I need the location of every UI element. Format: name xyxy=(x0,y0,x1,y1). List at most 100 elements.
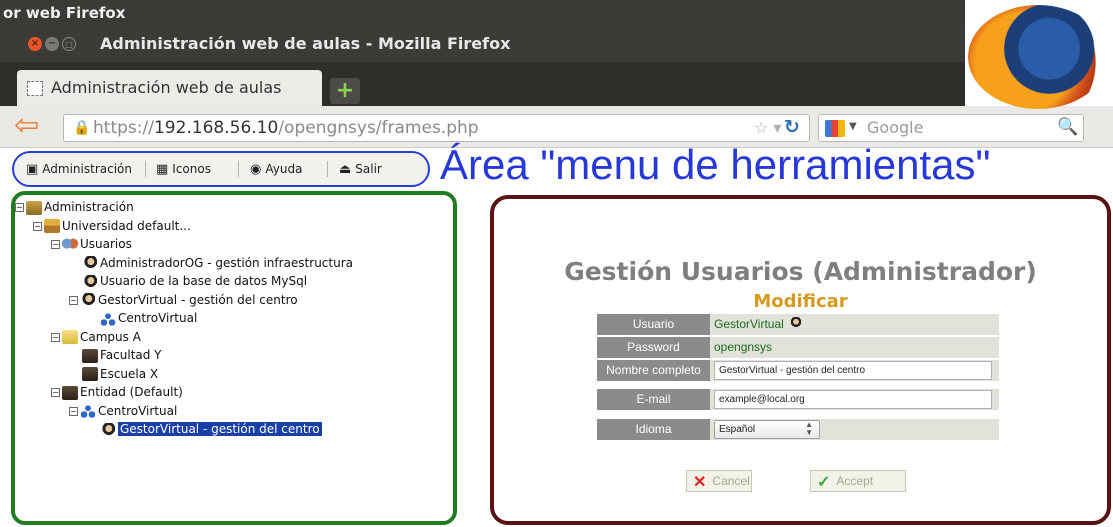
tree-expander-icon[interactable]: − xyxy=(51,388,60,397)
bookmark-star-icon[interactable]: ☆ ▾ xyxy=(754,118,781,137)
content-frame: Gestión Usuarios (Administrador) Modific… xyxy=(490,195,1111,525)
back-button[interactable]: ⇦ xyxy=(14,111,48,142)
tree-node-label: Escuela X xyxy=(100,366,159,381)
tree-node[interactable]: − Entidad (Default) xyxy=(15,383,353,402)
menu-item-iconos[interactable]: ▦ Iconos xyxy=(156,153,211,185)
tree-node-label: CentroVirtual xyxy=(98,403,178,418)
building-icon xyxy=(82,367,98,381)
full-name-input[interactable]: GestorVirtual - gestión del centro xyxy=(714,361,992,380)
tree-node-label: Usuario de la base de datos MySql xyxy=(100,274,308,288)
email-input[interactable]: example@local.org xyxy=(714,390,992,409)
field-label: Usuario xyxy=(597,314,710,335)
icons-grid-icon: ▦ xyxy=(156,162,169,177)
window-title: Administración web de aulas - Mozilla Fi… xyxy=(100,34,511,53)
help-icon: ◉ xyxy=(250,162,262,177)
accept-button[interactable]: ✓ Accept xyxy=(810,470,906,492)
menu-item-salir[interactable]: ⏏ Salir xyxy=(339,153,382,185)
tree-node[interactable]: Usuario de la base de datos MySql xyxy=(15,272,353,291)
tab-administracion[interactable]: Administración web de aulas xyxy=(17,70,322,106)
usuario-value: GestorVirtual xyxy=(710,314,999,335)
form-row-password: Password opengnsys xyxy=(597,337,999,358)
network-icon xyxy=(100,311,116,326)
back-arrow-icon: ⇦ xyxy=(14,108,40,143)
tree-expander-icon[interactable]: − xyxy=(51,240,60,249)
form-row-idioma: Idioma Español ▲ ▼ xyxy=(597,419,999,440)
select-arrows-icon: ▲ ▼ xyxy=(805,420,813,437)
house-icon xyxy=(44,219,60,233)
google-engine-icon[interactable] xyxy=(825,120,845,137)
tab-bar: Administración web de aulas + xyxy=(0,62,965,106)
tree-node[interactable]: − CentroVirtual xyxy=(15,402,353,421)
field-label: Nombre completo xyxy=(597,360,710,381)
maximize-icon: □ xyxy=(65,40,73,49)
folder-icon xyxy=(62,330,78,344)
tree-node[interactable]: GestorVirtual - gestión del centro xyxy=(15,420,353,439)
field-label: Idioma xyxy=(597,419,710,440)
accept-label: Accept xyxy=(836,474,874,488)
minimize-window-button[interactable]: − xyxy=(45,37,59,51)
tree-node[interactable]: Facultad Y xyxy=(15,346,353,365)
maximize-window-button[interactable]: □ xyxy=(62,37,76,51)
menu-item-label: Salir xyxy=(355,162,382,176)
menu-item-administracion[interactable]: ▣ Administración xyxy=(26,153,132,185)
tree-node-label: AdministradorOG - gestión infraestructur… xyxy=(100,255,353,270)
outer-window-title: or web Firefox xyxy=(0,0,965,26)
menu-toolbar: ▣ Administración ▦ Iconos ◉ Ayuda ⏏ Salir xyxy=(12,151,430,187)
new-tab-button[interactable]: + xyxy=(330,78,360,104)
outer-window-title-text: or web Firefox xyxy=(3,4,126,22)
tree-node-label: Entidad (Default) xyxy=(80,385,183,399)
screenshot: or web Firefox × − □ Administración web … xyxy=(0,0,1113,527)
tree-node[interactable]: − Usuarios xyxy=(15,235,353,254)
tree-node-label: Usuarios xyxy=(80,237,132,251)
field-label: Password xyxy=(597,337,710,358)
engine-dropdown-icon[interactable]: ▼ xyxy=(849,121,857,132)
search-magnifier-icon[interactable]: 🔍 xyxy=(1057,117,1078,137)
url-bar[interactable]: 🔒 https://192.168.56.10/opengnsys/frames… xyxy=(63,114,810,142)
user-icon xyxy=(100,422,116,437)
cancel-x-icon: ✕ xyxy=(693,474,707,491)
exit-icon: ⏏ xyxy=(339,162,352,177)
user-icon xyxy=(80,293,96,307)
password-value: opengnsys xyxy=(710,337,999,358)
tree-expander-icon[interactable]: − xyxy=(69,295,78,305)
tree-node[interactable]: − Administración xyxy=(15,198,353,217)
close-window-button[interactable]: × xyxy=(28,37,42,51)
tree-node[interactable]: AdministradorOG - gestión infraestructur… xyxy=(15,254,353,273)
tree-expander-icon[interactable]: − xyxy=(33,221,42,231)
menu-item-label: Ayuda xyxy=(265,162,303,176)
form-row-email: E-mail example@local.org xyxy=(597,389,999,410)
menu-separator xyxy=(145,161,146,177)
cancel-label: Cancel xyxy=(712,474,750,488)
url-host: 192.168.56.10 xyxy=(153,118,279,138)
cancel-button[interactable]: ✕ Cancel xyxy=(686,470,752,492)
tree-expander-icon[interactable]: − xyxy=(15,203,24,212)
menu-item-label: Iconos xyxy=(172,162,211,176)
tree-node[interactable]: − GestorVirtual - gestión del centro xyxy=(15,291,353,310)
field-cell: Español ▲ ▼ xyxy=(710,419,999,440)
page-favicon-icon xyxy=(27,81,43,96)
tree-node[interactable]: − Campus A xyxy=(15,328,353,347)
language-select[interactable]: Español ▲ ▼ xyxy=(714,420,820,439)
tree-frame: − Administración − Universidad default... − U… xyxy=(11,191,457,525)
tree-node-label: GestorVirtual - gestión del centro xyxy=(98,292,298,307)
building-icon xyxy=(62,385,78,400)
field-label: E-mail xyxy=(597,389,710,410)
tree-node[interactable]: − Universidad default... xyxy=(15,217,353,236)
tree-expander-icon[interactable]: − xyxy=(69,406,78,416)
tree-expander-icon[interactable]: − xyxy=(51,332,60,342)
tree-node[interactable]: Escuela X xyxy=(15,365,353,384)
menu-area-annotation: Área "menu de herramientas" xyxy=(440,141,991,188)
reload-icon[interactable]: ↻ xyxy=(784,116,800,138)
menu-item-ayuda[interactable]: ◉ Ayuda xyxy=(250,153,302,185)
tree-node[interactable]: CentroVirtual xyxy=(15,309,353,328)
page-title: Gestión Usuarios (Administrador) xyxy=(564,257,1037,286)
tree-node-label: CentroVirtual xyxy=(118,311,198,325)
minimize-icon: − xyxy=(47,38,57,49)
search-box[interactable]: ▼ Google 🔍 xyxy=(818,114,1084,142)
tree-node-label: Facultad Y xyxy=(100,348,162,362)
admin-icon xyxy=(26,200,42,215)
firefox-logo xyxy=(968,5,1108,109)
user-icon xyxy=(789,317,802,329)
form-row-usuario: Usuario GestorVirtual xyxy=(597,314,999,335)
user-icon xyxy=(82,274,98,289)
